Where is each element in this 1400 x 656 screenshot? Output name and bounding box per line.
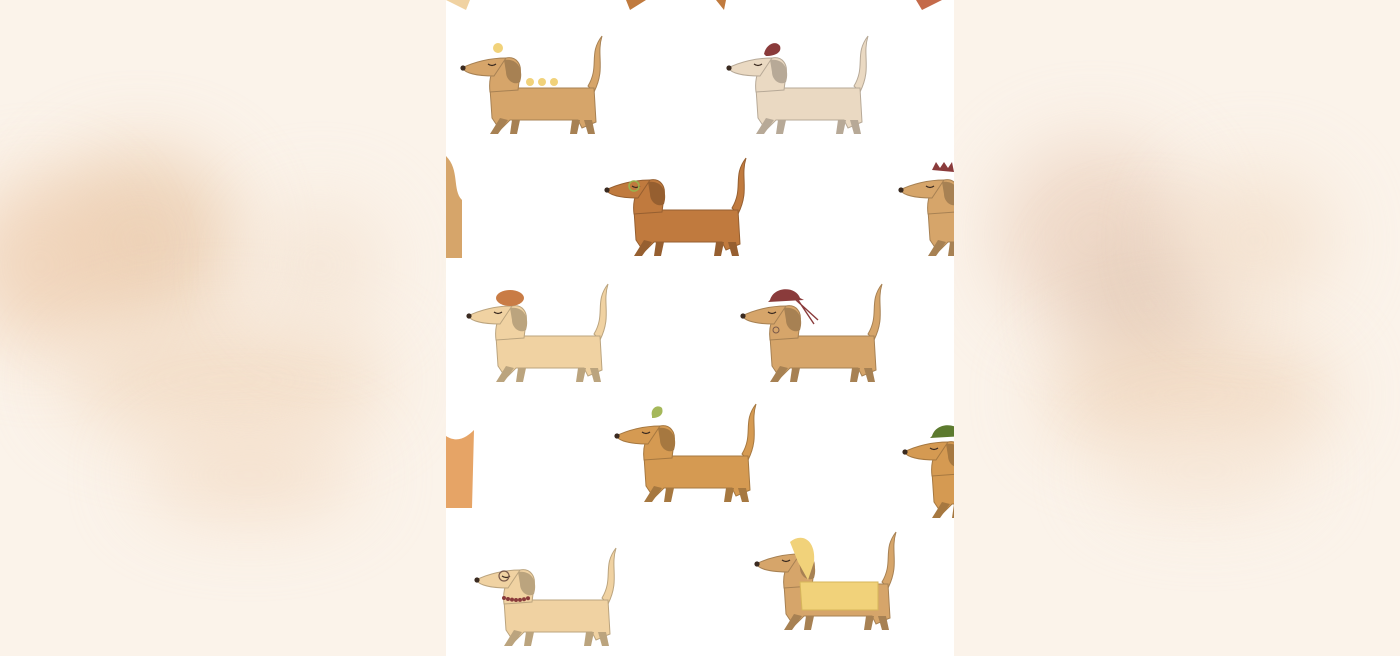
dog-nose (466, 313, 472, 319)
dog-nose (604, 187, 610, 193)
dog-green-bird (614, 403, 757, 502)
dog-body (495, 335, 603, 379)
dog-tail (731, 157, 747, 215)
dog-leg (490, 118, 508, 134)
necklace-bead (502, 596, 506, 600)
dog-fragment-top (916, 0, 942, 10)
dog-tail (601, 547, 617, 605)
dog-leg (932, 502, 950, 518)
dog-leg (770, 366, 788, 382)
dog-leg (724, 488, 734, 502)
dog-leg (654, 242, 664, 256)
duckling (538, 78, 546, 86)
dachshund-pattern-panel (446, 0, 954, 656)
dog-nose (740, 313, 746, 319)
dog-tail (853, 35, 869, 93)
dog-fragment-top (716, 0, 726, 10)
dog-leg (524, 632, 534, 646)
dog-nose (614, 433, 620, 439)
dog-coat (799, 581, 879, 611)
dog-body (633, 209, 741, 253)
duckling (493, 43, 503, 53)
dog-leg (776, 120, 786, 134)
dog-fragment-left-bottom (446, 430, 474, 508)
dog-cream-bird (726, 35, 869, 134)
dog-crown-partial (898, 162, 954, 256)
dog-leg (644, 486, 662, 502)
dog-body (489, 87, 597, 131)
dachshund-pattern-illustration (446, 0, 954, 646)
dog-leg (784, 614, 802, 630)
dog-green-hat-partial (902, 425, 954, 518)
dog-body (769, 335, 877, 379)
bird-hat (764, 43, 781, 56)
dog-fragment-top (446, 0, 470, 10)
hat (930, 425, 954, 438)
dog-nose (902, 449, 908, 455)
dog-leg (804, 616, 814, 630)
dog-leg (836, 120, 846, 134)
necklace-bead (510, 597, 514, 602)
dog-beret (466, 283, 609, 382)
dog-glasses-brown (604, 157, 747, 256)
dog-nose (726, 65, 732, 71)
dog-leg (634, 240, 652, 256)
dog-tail (867, 283, 883, 341)
dog-ducklings (460, 35, 603, 134)
dog-nose (460, 65, 466, 71)
dog-leg (504, 630, 522, 646)
dog-tail (881, 531, 897, 589)
green-bird (651, 406, 663, 418)
dog-tail (741, 403, 757, 461)
duckling (526, 78, 534, 86)
dog-leg (790, 368, 800, 382)
dog-body (755, 87, 863, 131)
dog-leg (952, 504, 954, 518)
dog-blonde-coat (754, 531, 897, 630)
blurred-backdrop-right (954, 0, 1400, 656)
dog-nose (754, 561, 760, 567)
dog-leg (948, 242, 954, 256)
dog-leg (664, 488, 674, 502)
necklace-bead (506, 596, 510, 601)
dog-leg (510, 120, 520, 134)
dog-maroon-hat (740, 283, 883, 382)
necklace-bead (518, 597, 522, 602)
dog-leg (928, 240, 946, 256)
dog-tail (587, 35, 603, 93)
dog-leg (864, 616, 874, 630)
dog-leg (584, 632, 594, 646)
dog-fragment-top (626, 0, 646, 10)
image-stage (0, 0, 1400, 656)
necklace-bead (522, 597, 526, 602)
duckling (550, 78, 558, 86)
dog-body (643, 455, 751, 499)
dog-leg (756, 118, 774, 134)
dog-leg (516, 368, 526, 382)
dog-leg (850, 368, 860, 382)
dog-necklace (474, 547, 617, 646)
dog-leg (496, 366, 514, 382)
beret (496, 290, 524, 306)
dog-fragment-left-top (446, 156, 462, 258)
necklace-bead (514, 597, 518, 602)
blurred-backdrop-left (0, 0, 446, 656)
necklace-bead (526, 596, 530, 601)
dog-leg (570, 120, 580, 134)
dog-body (503, 599, 611, 643)
dog-leg (714, 242, 724, 256)
dog-nose (474, 577, 480, 583)
dog-nose (898, 187, 904, 193)
dog-leg (576, 368, 586, 382)
dog-tail (593, 283, 609, 341)
crown (932, 162, 954, 172)
